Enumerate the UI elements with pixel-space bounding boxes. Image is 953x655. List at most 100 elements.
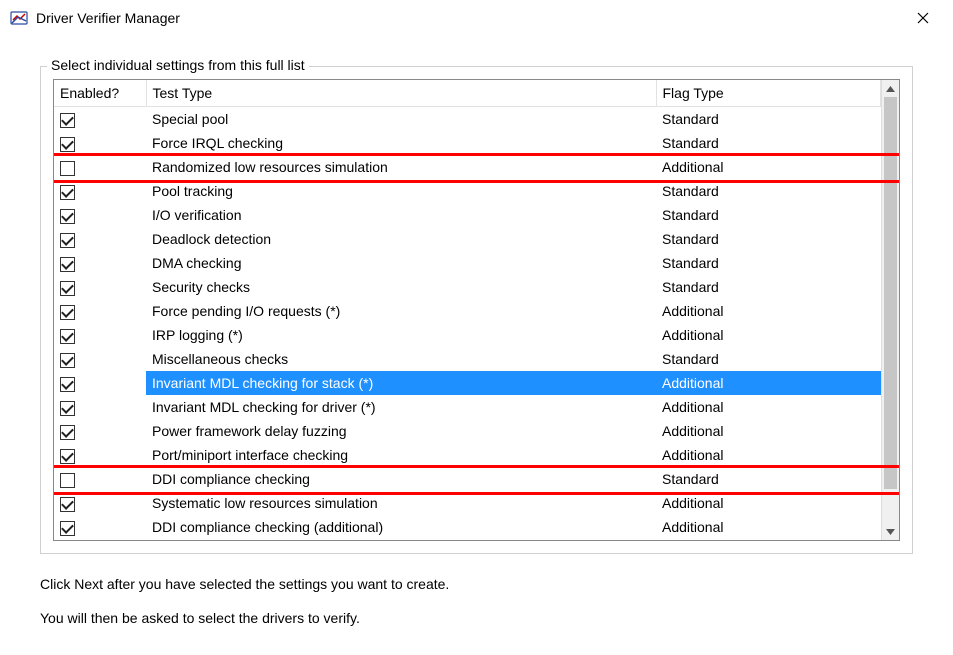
enabled-cell — [54, 443, 146, 467]
table-row[interactable]: Miscellaneous checksStandard — [54, 347, 881, 371]
enabled-cell — [54, 131, 146, 155]
table-row[interactable]: Systematic low resources simulationAddit… — [54, 491, 881, 515]
scroll-up-arrow-icon[interactable] — [882, 80, 899, 97]
table-row[interactable]: Force IRQL checkingStandard — [54, 131, 881, 155]
test-type-cell: Force IRQL checking — [146, 131, 656, 155]
flag-type-cell: Additional — [656, 419, 881, 443]
table-row[interactable]: Security checksStandard — [54, 275, 881, 299]
table-row[interactable]: Deadlock detectionStandard — [54, 227, 881, 251]
flag-type-cell: Additional — [656, 299, 881, 323]
titlebar: Driver Verifier Manager — [0, 0, 953, 36]
enabled-checkbox[interactable] — [60, 137, 75, 152]
instruction-text-1: Click Next after you have selected the s… — [40, 576, 913, 592]
test-type-cell: DDI compliance checking — [146, 467, 656, 491]
table-row[interactable]: Force pending I/O requests (*)Additional — [54, 299, 881, 323]
enabled-checkbox[interactable] — [60, 113, 75, 128]
flag-type-cell: Additional — [656, 323, 881, 347]
table-row[interactable]: Invariant MDL checking for driver (*)Add… — [54, 395, 881, 419]
enabled-checkbox[interactable] — [60, 353, 75, 368]
enabled-cell — [54, 107, 146, 132]
enabled-cell — [54, 491, 146, 515]
scrollbar-thumb[interactable] — [884, 97, 897, 489]
enabled-cell — [54, 251, 146, 275]
enabled-checkbox[interactable] — [60, 281, 75, 296]
table-row[interactable]: Randomized low resources simulationAddit… — [54, 155, 881, 179]
enabled-cell — [54, 203, 146, 227]
enabled-checkbox[interactable] — [60, 449, 75, 464]
enabled-checkbox[interactable] — [60, 425, 75, 440]
table-row[interactable]: IRP logging (*)Additional — [54, 323, 881, 347]
table-row[interactable]: Special poolStandard — [54, 107, 881, 132]
vertical-scrollbar[interactable] — [881, 80, 899, 540]
enabled-cell — [54, 323, 146, 347]
scroll-down-arrow-icon[interactable] — [882, 523, 899, 540]
table-row[interactable]: Pool trackingStandard — [54, 179, 881, 203]
instruction-text-2: You will then be asked to select the dri… — [40, 610, 913, 626]
table-row[interactable]: Invariant MDL checking for stack (*)Addi… — [54, 371, 881, 395]
flag-type-cell: Standard — [656, 467, 881, 491]
flag-type-cell: Additional — [656, 443, 881, 467]
test-type-cell: Invariant MDL checking for stack (*) — [146, 371, 656, 395]
column-header-test-type[interactable]: Test Type — [146, 80, 656, 107]
flag-type-cell: Additional — [656, 515, 881, 539]
test-type-cell: Pool tracking — [146, 179, 656, 203]
enabled-cell — [54, 227, 146, 251]
groupbox-legend: Select individual settings from this ful… — [47, 57, 309, 73]
enabled-cell — [54, 467, 146, 491]
enabled-cell — [54, 371, 146, 395]
table-row[interactable]: DDI compliance checking (additional)Addi… — [54, 515, 881, 539]
enabled-checkbox[interactable] — [60, 377, 75, 392]
window: Driver Verifier Manager Select individua… — [0, 0, 953, 655]
test-type-cell: Miscellaneous checks — [146, 347, 656, 371]
flag-type-cell: Additional — [656, 155, 881, 179]
test-type-cell: Force pending I/O requests (*) — [146, 299, 656, 323]
test-type-cell: DDI compliance checking (additional) — [146, 515, 656, 539]
enabled-checkbox[interactable] — [60, 257, 75, 272]
flag-type-cell: Standard — [656, 275, 881, 299]
test-type-cell: I/O verification — [146, 203, 656, 227]
enabled-checkbox[interactable] — [60, 401, 75, 416]
test-type-cell: IRP logging (*) — [146, 323, 656, 347]
enabled-checkbox[interactable] — [60, 185, 75, 200]
table-row[interactable]: Port/miniport interface checkingAddition… — [54, 443, 881, 467]
enabled-checkbox[interactable] — [60, 233, 75, 248]
table-row[interactable]: Power framework delay fuzzingAdditional — [54, 419, 881, 443]
close-icon — [917, 12, 929, 24]
table-row[interactable]: I/O verificationStandard — [54, 203, 881, 227]
enabled-cell — [54, 179, 146, 203]
table-row[interactable]: DDI compliance checkingStandard — [54, 467, 881, 491]
enabled-cell — [54, 299, 146, 323]
enabled-checkbox[interactable] — [60, 497, 75, 512]
column-header-enabled[interactable]: Enabled? — [54, 80, 146, 107]
window-title: Driver Verifier Manager — [36, 10, 180, 26]
test-type-cell: Special pool — [146, 107, 656, 132]
close-button[interactable] — [903, 3, 943, 33]
test-type-cell: Port/miniport interface checking — [146, 443, 656, 467]
enabled-checkbox[interactable] — [60, 329, 75, 344]
flag-type-cell: Standard — [656, 251, 881, 275]
test-type-cell: Power framework delay fuzzing — [146, 419, 656, 443]
test-type-cell: Randomized low resources simulation — [146, 155, 656, 179]
flag-type-cell: Standard — [656, 179, 881, 203]
settings-groupbox: Select individual settings from this ful… — [40, 66, 913, 554]
enabled-cell — [54, 347, 146, 371]
enabled-checkbox[interactable] — [60, 305, 75, 320]
scrollbar-track[interactable] — [882, 97, 899, 523]
flag-type-cell: Standard — [656, 347, 881, 371]
column-header-flag-type[interactable]: Flag Type — [656, 80, 881, 107]
test-type-cell: Systematic low resources simulation — [146, 491, 656, 515]
enabled-checkbox[interactable] — [60, 209, 75, 224]
flag-type-cell: Additional — [656, 395, 881, 419]
flag-type-cell: Standard — [656, 203, 881, 227]
enabled-cell — [54, 395, 146, 419]
flag-type-cell: Standard — [656, 131, 881, 155]
flag-type-cell: Additional — [656, 371, 881, 395]
enabled-checkbox[interactable] — [60, 521, 75, 536]
settings-listview[interactable]: Enabled? Test Type Flag Type Special poo… — [53, 79, 900, 541]
enabled-checkbox[interactable] — [60, 161, 75, 176]
test-type-cell: Invariant MDL checking for driver (*) — [146, 395, 656, 419]
table-row[interactable]: DMA checkingStandard — [54, 251, 881, 275]
app-icon — [10, 9, 28, 27]
enabled-checkbox[interactable] — [60, 473, 75, 488]
test-type-cell: DMA checking — [146, 251, 656, 275]
